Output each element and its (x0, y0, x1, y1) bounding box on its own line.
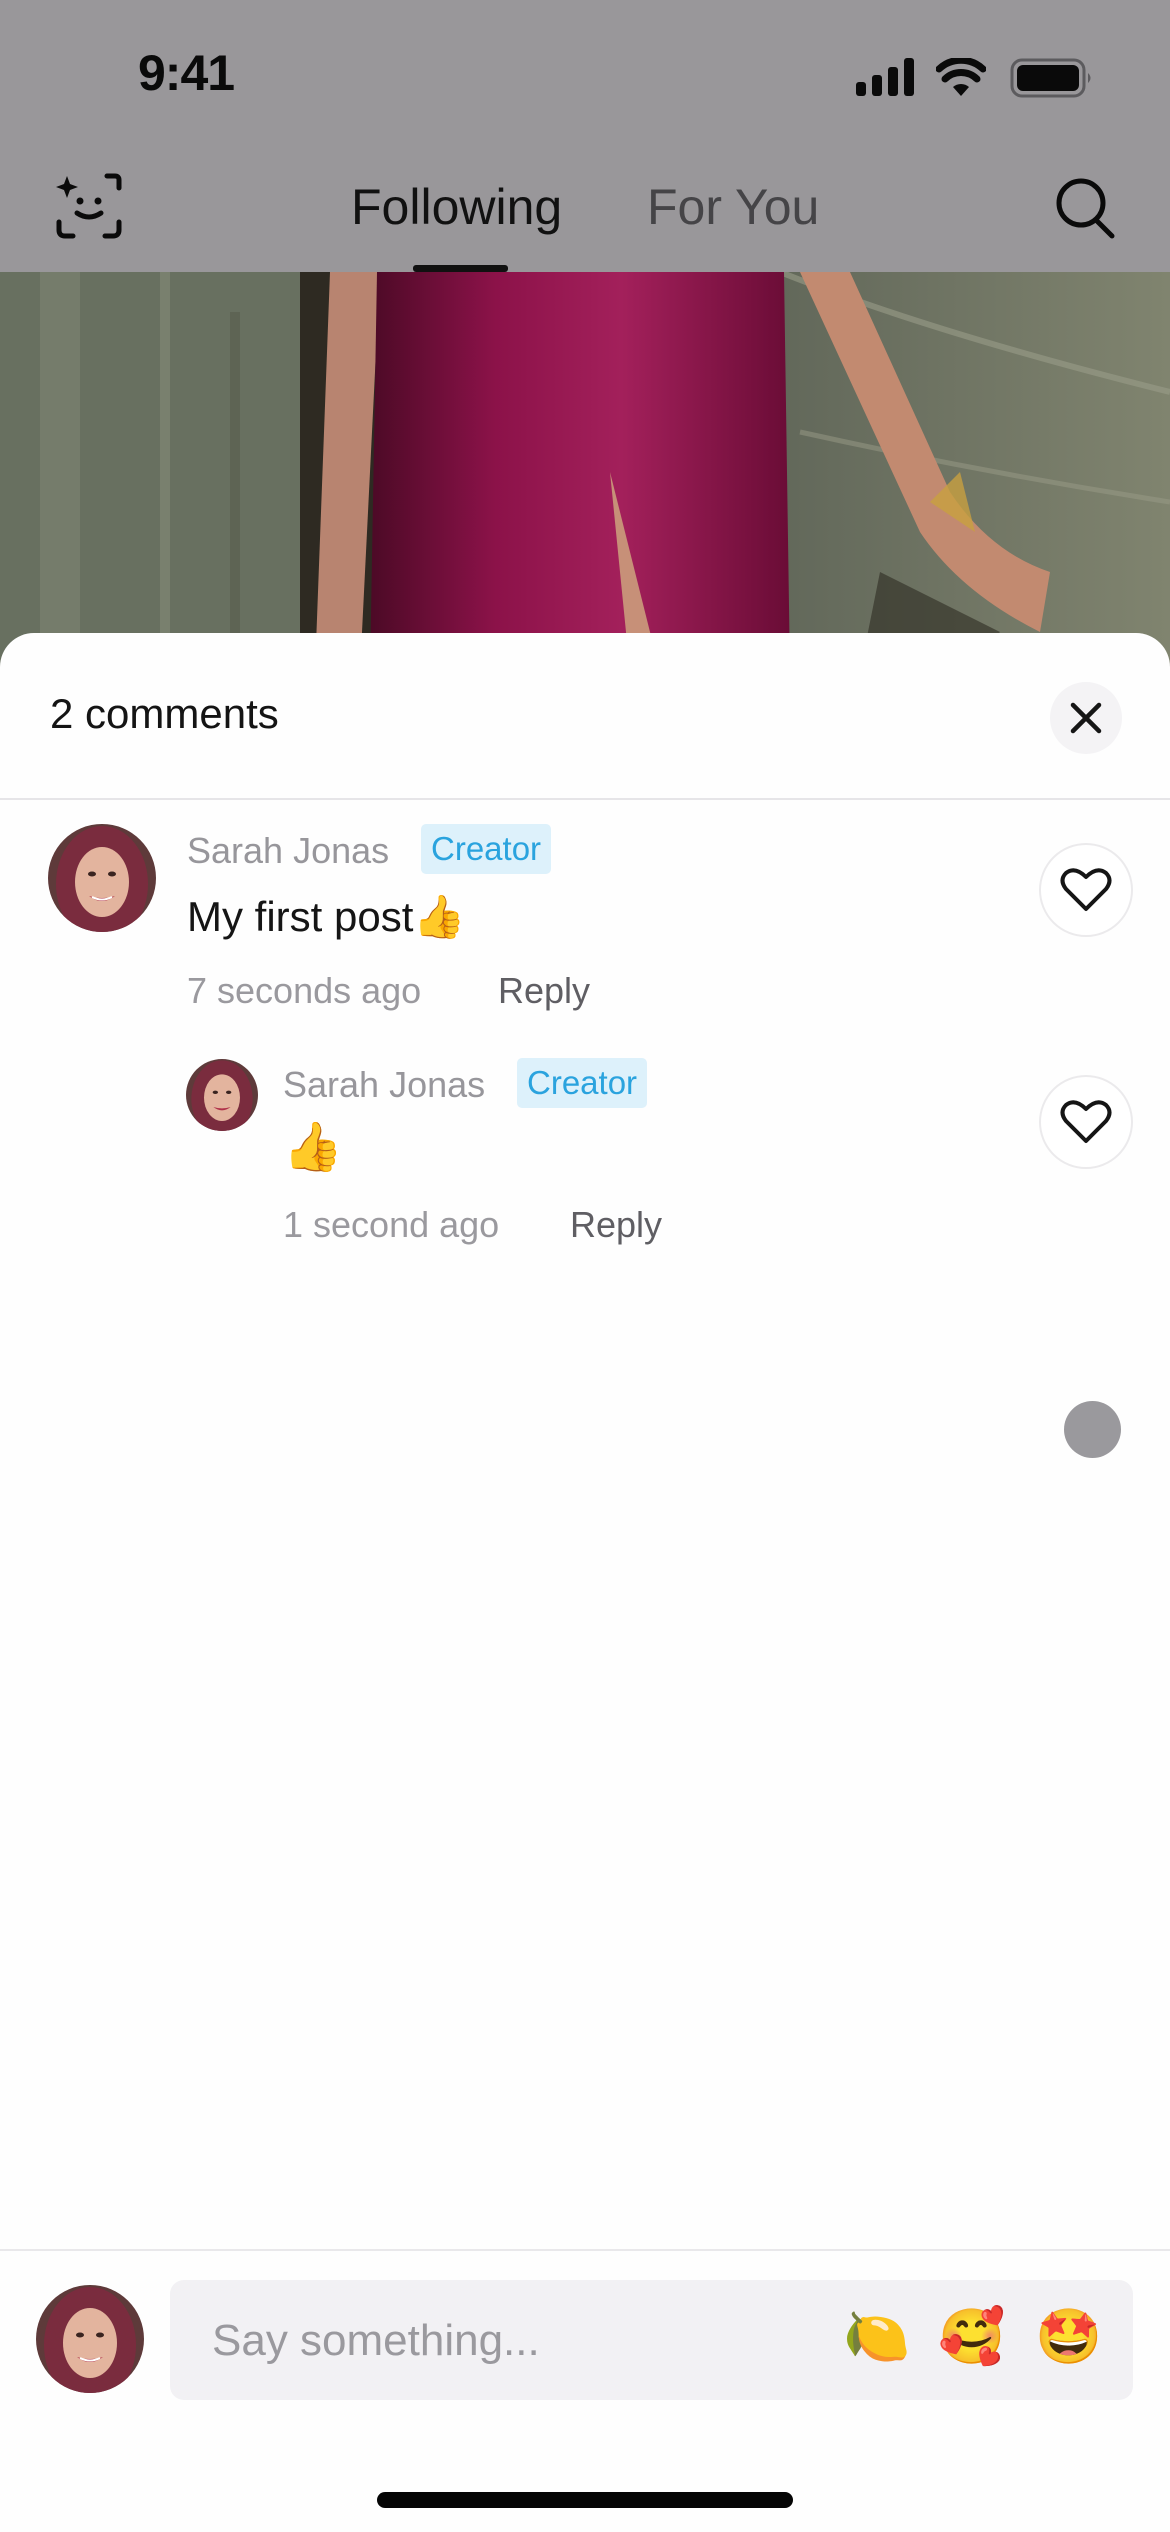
reply-timestamp: 1 second ago (283, 1204, 500, 1245)
like-button[interactable] (1039, 843, 1133, 937)
reply-avatar[interactable] (186, 1059, 258, 1131)
heart-outline-icon (1060, 1100, 1112, 1143)
comment-timestamp: 7 seconds ago (187, 970, 422, 1011)
comment-author[interactable]: Sarah Jonas (187, 830, 389, 872)
reply-button[interactable]: Reply (498, 970, 590, 1012)
tab-following[interactable]: Following (351, 178, 562, 236)
status-time: 9:41 (138, 45, 235, 101)
comment-input[interactable] (210, 2280, 814, 2402)
like-button[interactable] (1039, 1075, 1133, 1169)
header-divider (0, 798, 1170, 800)
quick-emoji-star-struck[interactable]: 🤩 (1035, 2302, 1102, 2372)
close-button[interactable] (1050, 682, 1122, 754)
current-user-avatar (36, 2285, 144, 2393)
creator-badge: Creator (421, 824, 552, 874)
comment-avatar[interactable] (48, 824, 156, 932)
comments-sheet (0, 633, 1170, 2532)
video-frame (0, 272, 1170, 672)
tab-for-you[interactable]: For You (647, 178, 819, 236)
cellular-signal-icon (856, 58, 914, 101)
reply-author[interactable]: Sarah Jonas (283, 1064, 485, 1106)
top-overlay (0, 0, 1170, 272)
quick-emoji-lemon[interactable]: 🍋 (843, 2302, 910, 2372)
battery-full-icon (1010, 58, 1094, 103)
composer-divider (0, 2249, 1170, 2251)
active-tab-indicator (413, 265, 508, 272)
wifi-icon (935, 56, 987, 101)
comments-count-title: 2 comments (50, 690, 279, 737)
face-scan-sparkle-icon[interactable] (55, 172, 125, 245)
close-icon (1070, 702, 1102, 734)
reply-text: 👍 (283, 1121, 343, 1174)
search-icon[interactable] (1054, 176, 1118, 245)
video-background (0, 272, 1170, 672)
reply-button[interactable]: Reply (570, 1204, 662, 1246)
scroll-indicator-dot[interactable] (1064, 1401, 1121, 1458)
creator-badge: Creator (517, 1058, 648, 1108)
heart-outline-icon (1060, 868, 1112, 911)
comment-text: My first post👍 (187, 893, 466, 940)
home-indicator[interactable] (377, 2492, 793, 2508)
quick-emoji-smiling-hearts[interactable]: 🥰 (938, 2302, 1005, 2372)
